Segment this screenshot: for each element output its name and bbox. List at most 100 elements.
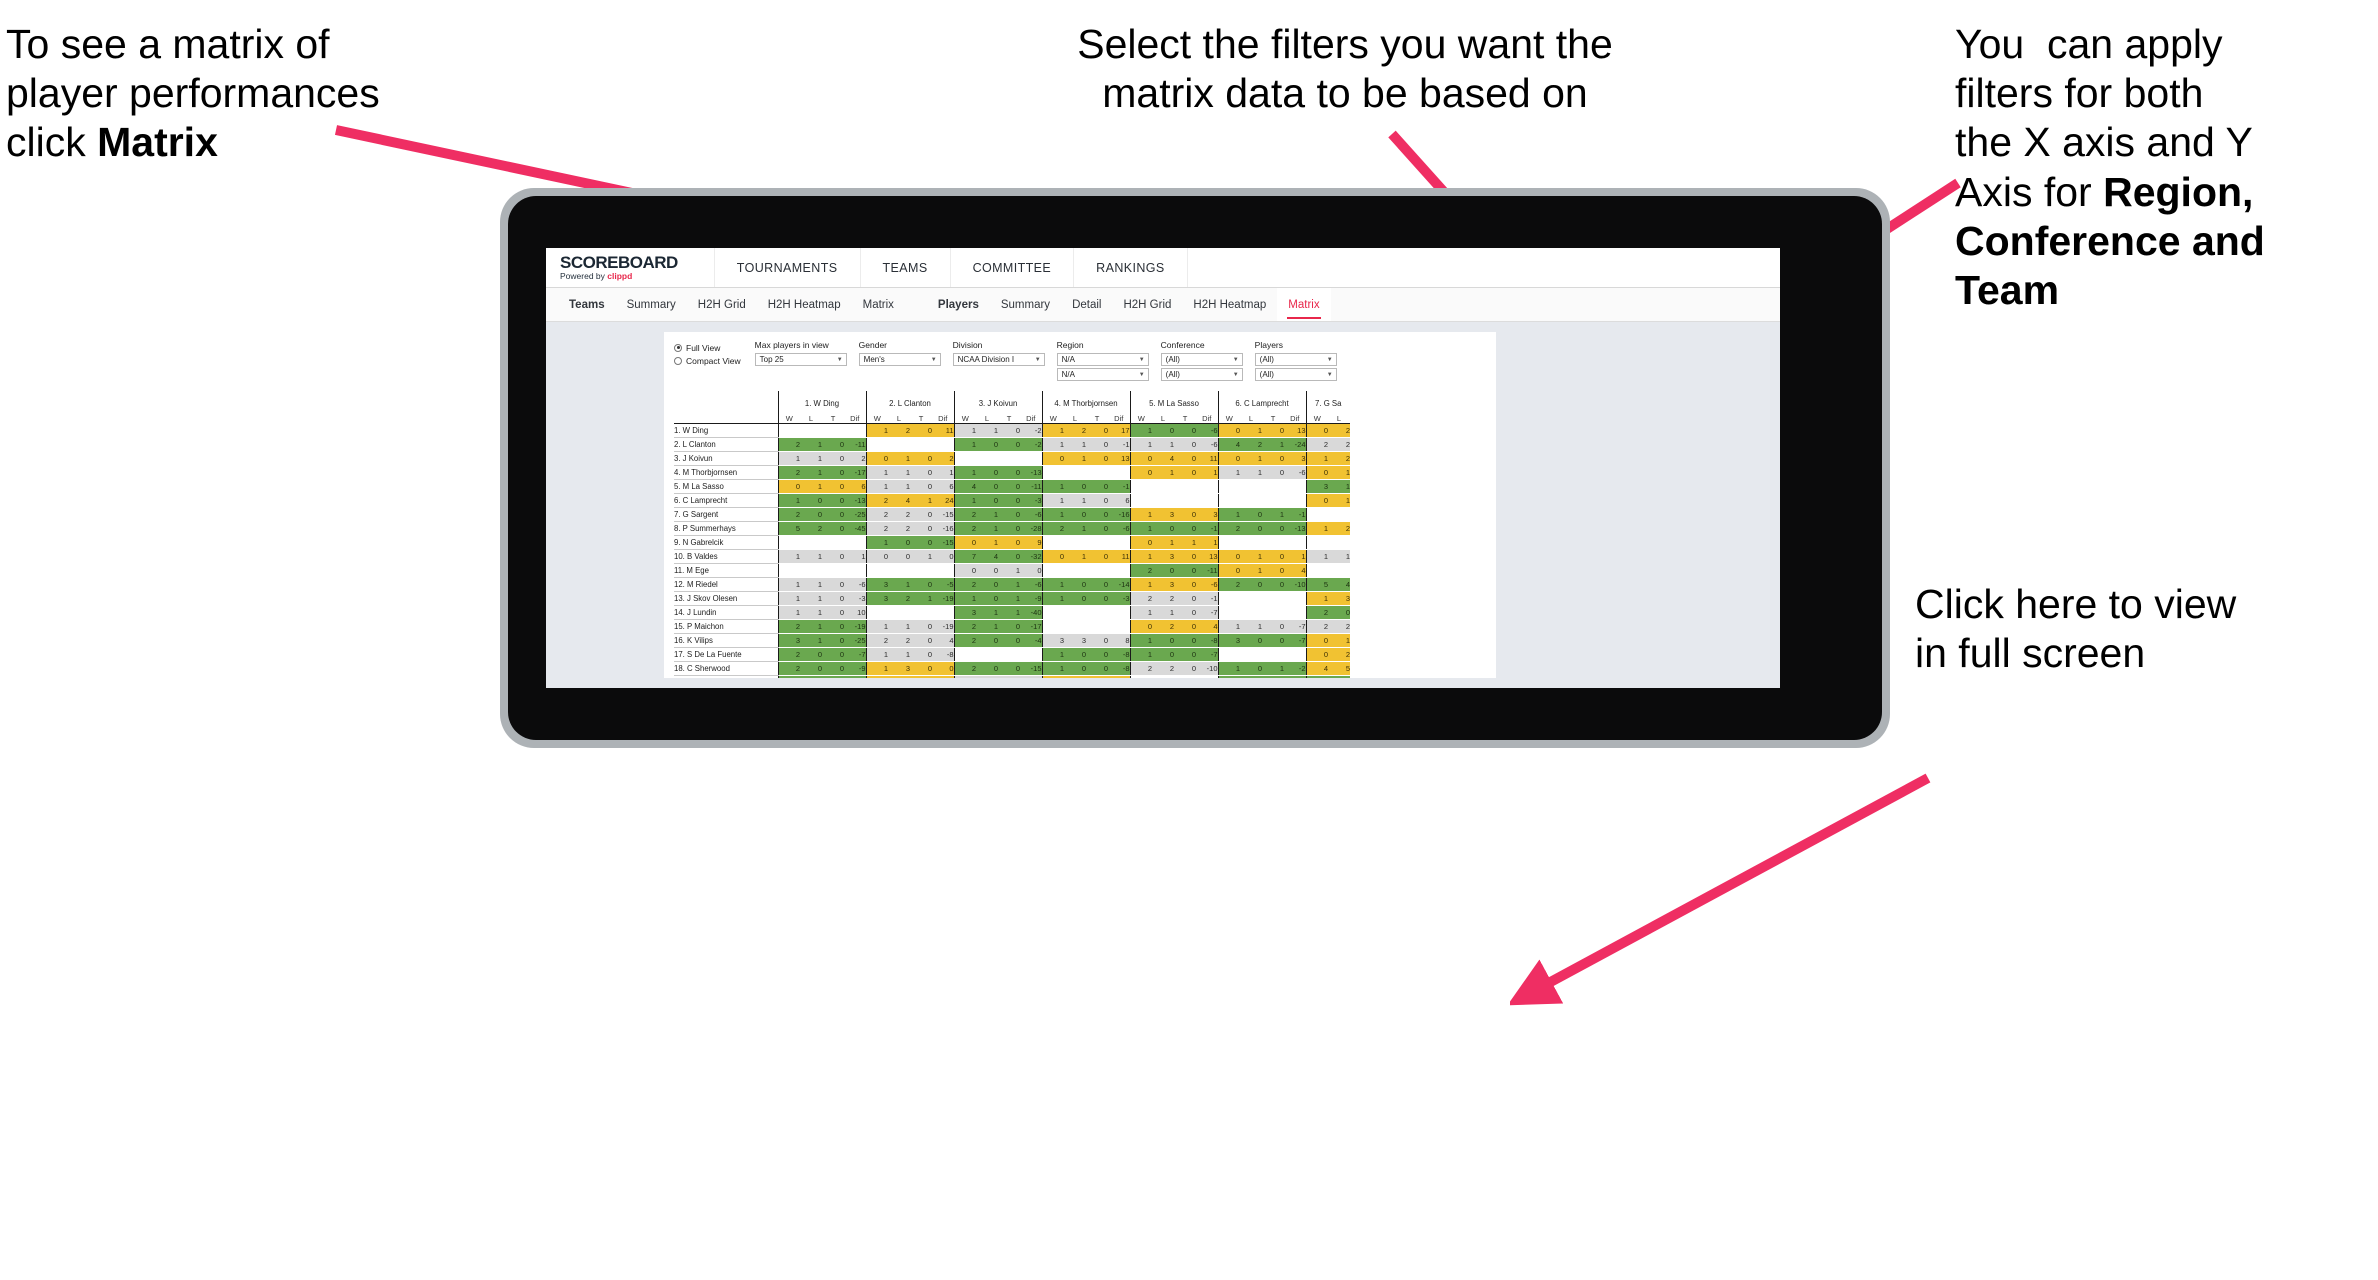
matrix-cell[interactable]: 0	[998, 633, 1020, 648]
matrix-cell[interactable]: 0	[1064, 647, 1086, 662]
matrix-cell[interactable]: 0	[1262, 521, 1284, 536]
matrix-cell[interactable]: 2	[953, 507, 976, 522]
matrix-cell[interactable]: 0	[822, 633, 844, 648]
matrix-cell[interactable]: 5	[1328, 661, 1350, 676]
matrix-cell[interactable]: 0	[1174, 619, 1196, 634]
matrix-cell[interactable]	[1328, 507, 1350, 522]
matrix-col-header[interactable]: 3. J Koivun	[953, 391, 1042, 408]
matrix-cell[interactable]	[1086, 605, 1108, 620]
matrix-cell[interactable]: -16	[932, 521, 954, 536]
matrix-cell[interactable]: 0	[1305, 647, 1328, 662]
matrix-cell[interactable]	[777, 535, 800, 550]
matrix-cell[interactable]: 1	[865, 661, 888, 676]
matrix-cell[interactable]	[1240, 479, 1262, 494]
matrix-cell[interactable]: -25	[844, 507, 866, 522]
matrix-cell[interactable]: 1	[888, 619, 910, 634]
matrix-cell[interactable]	[844, 422, 866, 438]
matrix-cell[interactable]: 0	[953, 535, 976, 550]
matrix-cell[interactable]: 1	[777, 577, 800, 592]
matrix-cell[interactable]: 0	[1129, 451, 1152, 466]
matrix-cell[interactable]	[1108, 605, 1130, 620]
matrix-cell[interactable]: 2	[865, 633, 888, 648]
matrix-cell[interactable]: 1	[953, 675, 976, 678]
matrix-cell[interactable]: -3	[1020, 493, 1042, 508]
matrix-cell[interactable]	[1152, 675, 1174, 678]
matrix-cell[interactable]: -8	[1108, 661, 1130, 676]
matrix-cell[interactable]: 1	[1152, 465, 1174, 480]
matrix-cell[interactable]: 1	[1240, 422, 1262, 438]
matrix-cell[interactable]: -6	[844, 577, 866, 592]
matrix-cell[interactable]: 2	[865, 521, 888, 536]
matrix-cell[interactable]: 8	[1108, 633, 1130, 648]
matrix-cell[interactable]: 0	[976, 465, 998, 480]
matrix-cell[interactable]: 2	[1328, 451, 1350, 466]
matrix-cell[interactable]: 0	[1328, 605, 1350, 620]
matrix-cell[interactable]: 0	[865, 549, 888, 564]
matrix-cell[interactable]	[1328, 535, 1350, 550]
matrix-cell[interactable]: 0	[822, 577, 844, 592]
matrix-cell[interactable]	[844, 563, 866, 578]
matrix-cell[interactable]: 1	[976, 605, 998, 620]
filter-conference-x-select[interactable]: (All) ▼	[1160, 353, 1243, 366]
matrix-row-label[interactable]: 11. M Ege	[674, 563, 779, 578]
matrix-cell[interactable]: 1	[888, 577, 910, 592]
matrix-cell[interactable]: 13	[1108, 451, 1130, 466]
tab-players-detail[interactable]: Detail	[1061, 288, 1112, 321]
matrix-cell[interactable]	[1064, 535, 1086, 550]
matrix-cell[interactable]	[1041, 563, 1064, 578]
matrix-cell[interactable]: -6	[1196, 422, 1218, 438]
matrix-cell[interactable]: 4	[1284, 563, 1306, 578]
matrix-cell[interactable]: 1	[1041, 437, 1064, 452]
matrix-cell[interactable]: 0	[976, 633, 998, 648]
nav-tournaments[interactable]: TOURNAMENTS	[713, 248, 861, 287]
matrix-cell[interactable]	[1284, 647, 1306, 662]
matrix-cell[interactable]: 1	[976, 422, 998, 438]
matrix-cell[interactable]: 3	[1217, 675, 1240, 678]
matrix-col-header[interactable]: 7. G Sa	[1305, 391, 1350, 408]
matrix-cell[interactable]: 2	[932, 451, 954, 466]
matrix-cell[interactable]	[1240, 493, 1262, 508]
matrix-row-label[interactable]: 16. K Vilips	[674, 633, 779, 648]
matrix-cell[interactable]: 1	[1217, 661, 1240, 676]
matrix-cell[interactable]: 0	[910, 479, 932, 494]
matrix-cell[interactable]	[1240, 591, 1262, 606]
matrix-cell[interactable]: -7	[1196, 605, 1218, 620]
matrix-cell[interactable]: 1	[1152, 437, 1174, 452]
radio-compact-view[interactable]: Compact View	[674, 354, 741, 367]
matrix-cell[interactable]: 0	[1174, 591, 1196, 606]
matrix-cell[interactable]: 0	[865, 451, 888, 466]
matrix-cell[interactable]: 13	[1108, 675, 1130, 678]
matrix-cell[interactable]: 1	[1041, 507, 1064, 522]
matrix-cell[interactable]: 1	[910, 493, 932, 508]
matrix-cell[interactable]: 1	[1305, 521, 1328, 536]
matrix-cell[interactable]: 0	[822, 591, 844, 606]
matrix-cell[interactable]: 0	[822, 549, 844, 564]
matrix-cell[interactable]: -1	[1284, 507, 1306, 522]
matrix-cell[interactable]: 1	[1174, 535, 1196, 550]
matrix-cell[interactable]: 1	[976, 675, 998, 678]
matrix-cell[interactable]: 0	[1086, 521, 1108, 536]
matrix-cell[interactable]: 1	[1129, 647, 1152, 662]
matrix-cell[interactable]	[800, 535, 822, 550]
matrix-cell[interactable]: 5	[1305, 577, 1328, 592]
matrix-cell[interactable]: -10	[1196, 661, 1218, 676]
matrix-cell[interactable]: -7	[1196, 647, 1218, 662]
matrix-cell[interactable]: 1	[1041, 493, 1064, 508]
matrix-cell[interactable]	[1086, 563, 1108, 578]
matrix-cell[interactable]: 3	[1064, 633, 1086, 648]
matrix-cell[interactable]: 4	[1217, 437, 1240, 452]
matrix-cell[interactable]: 1	[865, 647, 888, 662]
tab-teams-h2h-grid[interactable]: H2H Grid	[687, 288, 757, 321]
matrix-cell[interactable]: 1	[1196, 535, 1218, 550]
matrix-cell[interactable]: 2	[888, 591, 910, 606]
matrix-cell[interactable]: -19	[932, 591, 954, 606]
matrix-row-label[interactable]: 17. S De La Fuente	[674, 647, 779, 662]
matrix-cell[interactable]	[1041, 465, 1064, 480]
matrix-cell[interactable]: 4	[932, 633, 954, 648]
matrix-cell[interactable]: 1	[1129, 577, 1152, 592]
filter-players-y-select[interactable]: (All) ▼	[1254, 368, 1337, 381]
matrix-cell[interactable]: 0	[1262, 577, 1284, 592]
filter-region-y-select[interactable]: N/A ▼	[1056, 368, 1149, 381]
matrix-cell[interactable]	[1020, 647, 1042, 662]
matrix-cell[interactable]: 1	[777, 493, 800, 508]
